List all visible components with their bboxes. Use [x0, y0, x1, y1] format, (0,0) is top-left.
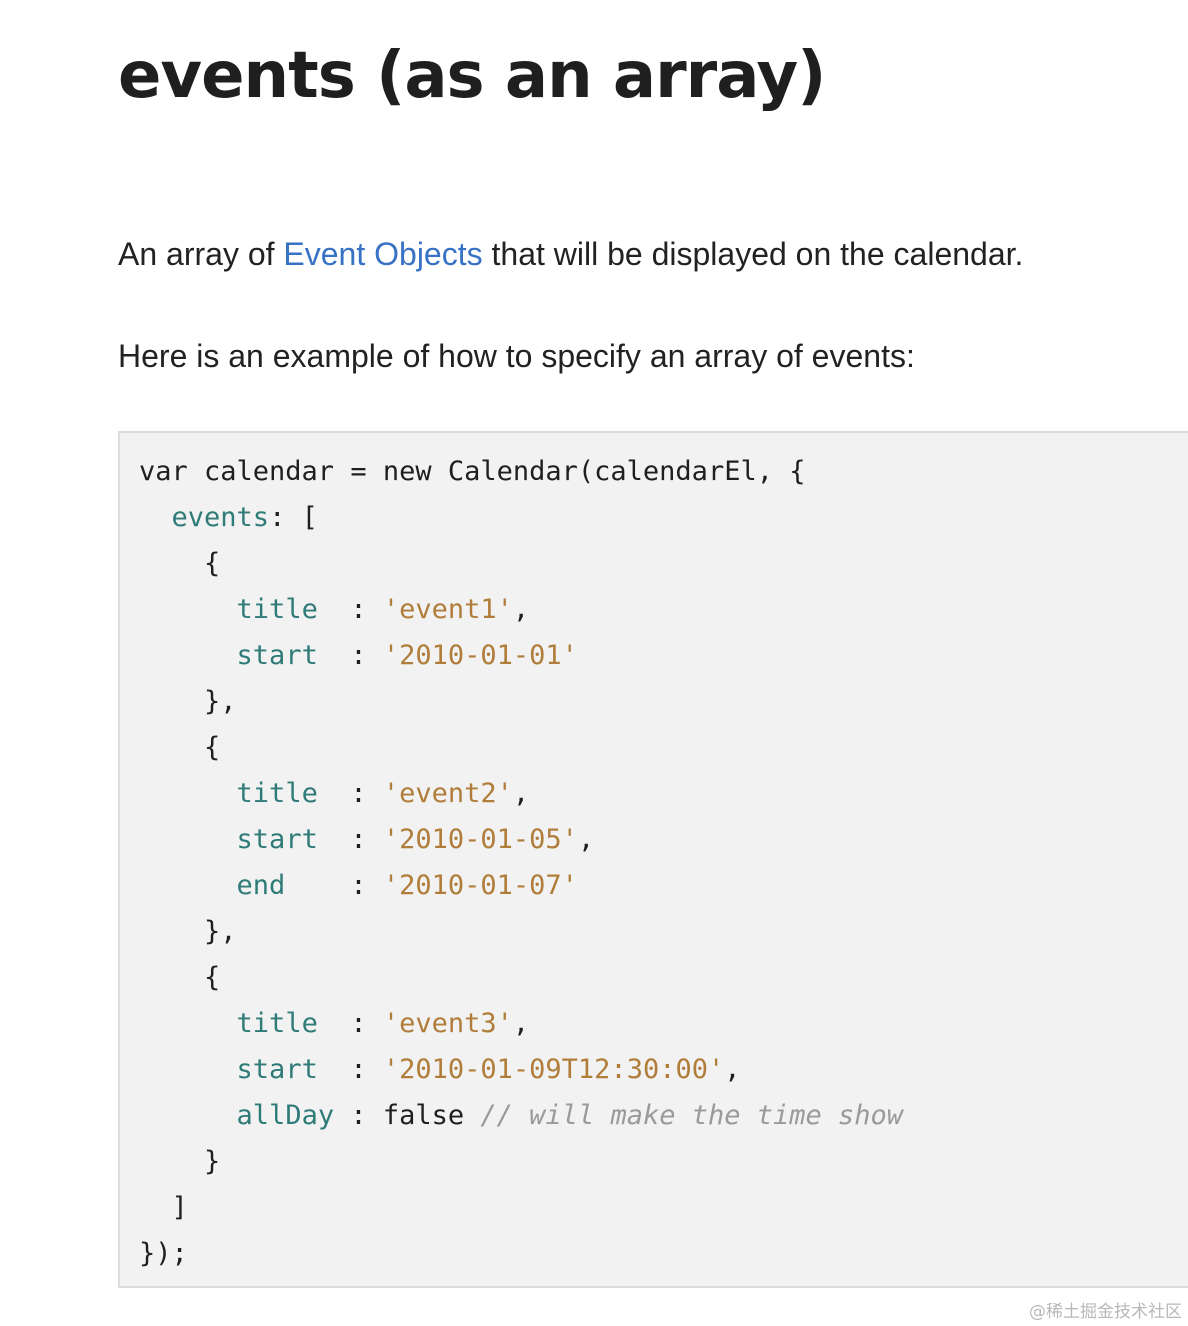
code-token-plain: :	[317, 594, 383, 625]
code-line: start : '2010-01-05',	[139, 817, 1188, 863]
code-line: },	[139, 679, 1188, 725]
code-line: },	[139, 909, 1188, 955]
code-token-key: start	[236, 640, 318, 671]
code-token-str: '2010-01-07'	[382, 870, 578, 901]
code-token-str: '2010-01-05'	[382, 824, 578, 855]
code-token-key: title	[236, 1008, 318, 1039]
code-token-plain: ,	[724, 1054, 741, 1085]
code-token-plain: ,	[512, 778, 530, 809]
code-token-plain: :	[317, 1054, 383, 1085]
intro-text-before-link: An array of	[118, 236, 284, 272]
code-block: var calendar = new Calendar(calendarEl, …	[118, 431, 1188, 1288]
code-token-plain: {	[139, 548, 221, 579]
code-line: title : 'event1',	[139, 587, 1188, 633]
code-token-key: start	[236, 1054, 318, 1085]
code-line: {	[139, 725, 1188, 771]
code-line: ]	[139, 1185, 1188, 1231]
code-line: {	[139, 955, 1188, 1001]
event-objects-link[interactable]: Event Objects	[283, 236, 482, 272]
code-line: title : 'event3',	[139, 1001, 1188, 1047]
code-token-key: title	[236, 778, 318, 809]
code-token-plain: },	[139, 686, 237, 717]
code-content: var calendar = new Calendar(calendarEl, …	[139, 449, 1188, 1277]
code-token-plain: {	[139, 962, 221, 993]
code-token-str: 'event1'	[382, 594, 513, 625]
code-token-plain: ,	[512, 1008, 530, 1039]
code-token-plain: : false	[334, 1100, 481, 1131]
code-token-plain: :	[317, 824, 383, 855]
code-token-plain: :	[317, 1008, 383, 1039]
code-line: var calendar = new Calendar(calendarEl, …	[139, 449, 1188, 495]
code-line: }	[139, 1139, 1188, 1185]
code-line: });	[139, 1231, 1188, 1277]
intro-paragraph: An array of Event Objects that will be d…	[118, 234, 1023, 274]
code-line: end : '2010-01-07'	[139, 863, 1188, 909]
code-line: events: [	[139, 495, 1188, 541]
code-token-plain: :	[317, 778, 383, 809]
code-token-plain: :	[285, 870, 383, 901]
code-token-com: // will make the time show	[480, 1100, 904, 1131]
example-intro-paragraph: Here is an example of how to specify an …	[118, 338, 915, 374]
code-token-plain: }	[139, 1146, 221, 1177]
code-line: start : '2010-01-01'	[139, 633, 1188, 679]
code-token-key: start	[236, 824, 318, 855]
code-line: title : 'event2',	[139, 771, 1188, 817]
watermark: @稀土掘金技术社区	[1029, 1302, 1182, 1322]
code-token-plain: :	[317, 640, 383, 671]
code-token-key: title	[236, 594, 318, 625]
code-token-plain: },	[139, 916, 237, 947]
code-line: {	[139, 541, 1188, 587]
code-token-plain: });	[139, 1238, 188, 1269]
code-token-str: 'event2'	[382, 778, 513, 809]
code-line: start : '2010-01-09T12:30:00',	[139, 1047, 1188, 1093]
code-token-key: end	[236, 870, 286, 901]
code-token-str: '2010-01-01'	[382, 640, 578, 671]
code-token-plain: ]	[139, 1192, 188, 1223]
code-token-plain: : [	[269, 502, 318, 533]
code-token-key: events	[171, 502, 270, 533]
code-token-str: '2010-01-09T12:30:00'	[382, 1054, 725, 1085]
code-token-plain: {	[139, 732, 221, 763]
code-token-plain: ,	[577, 824, 595, 855]
intro-text-after-link: that will be displayed on the calendar.	[482, 236, 1024, 272]
code-token-plain: ,	[512, 594, 530, 625]
code-token-plain: var calendar = new Calendar(calendarEl, …	[139, 456, 806, 487]
page-title: events (as an array)	[118, 39, 826, 113]
code-token-str: 'event3'	[382, 1008, 513, 1039]
code-line: allDay : false // will make the time sho…	[139, 1093, 1188, 1139]
code-token-key: allDay	[236, 1100, 335, 1131]
